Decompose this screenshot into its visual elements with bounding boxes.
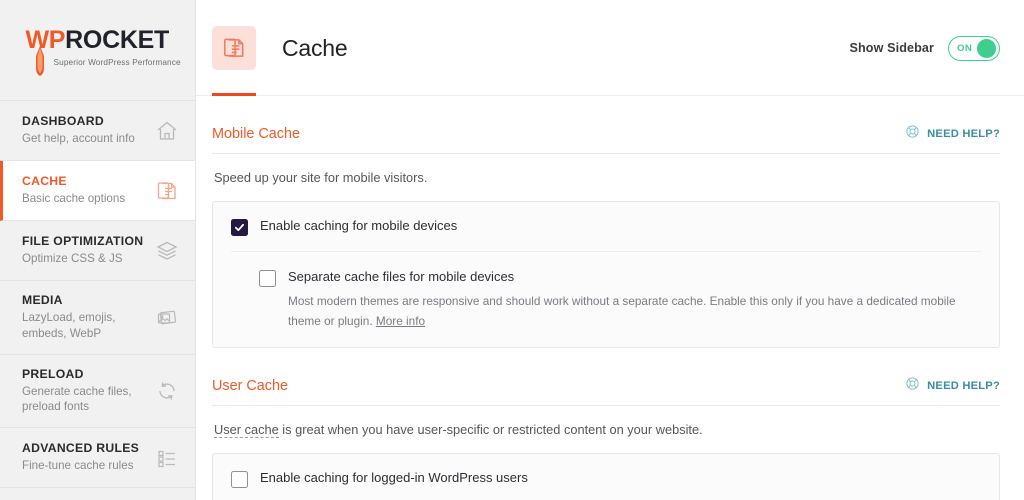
sidebar-nav: DASHBOARD Get help, account info CACHE B… bbox=[0, 100, 195, 489]
document-stack-icon bbox=[153, 177, 181, 205]
document-stack-icon bbox=[212, 26, 256, 70]
checkbox-enable-logged-in-caching[interactable] bbox=[231, 471, 248, 489]
option-label: Enable caching for logged-in WordPress u… bbox=[260, 470, 528, 486]
sidebar-item-title: FILE OPTIMIZATION bbox=[22, 234, 144, 249]
active-tab-underline bbox=[212, 93, 256, 96]
section-description: User cache is great when you have user-s… bbox=[212, 406, 1000, 453]
sub-option-description: Most modern themes are responsive and sh… bbox=[259, 287, 981, 331]
sidebar-item-subtitle: Fine-tune cache rules bbox=[22, 459, 134, 473]
sidebar-item-title: ADVANCED RULES bbox=[22, 441, 140, 456]
layers-icon bbox=[153, 237, 181, 265]
section-title: User Cache bbox=[212, 378, 288, 395]
checkbox-enable-mobile-caching[interactable] bbox=[231, 219, 248, 237]
lifebuoy-icon bbox=[905, 376, 920, 396]
section-description: Speed up your site for mobile visitors. bbox=[214, 170, 428, 185]
sidebar-item-preload[interactable]: PRELOAD Generate cache files, preload fo… bbox=[0, 355, 195, 429]
toggle-knob bbox=[977, 38, 996, 58]
page-title: Cache bbox=[282, 34, 348, 61]
sidebar-item-dashboard[interactable]: DASHBOARD Get help, account info bbox=[0, 101, 195, 161]
home-icon bbox=[153, 117, 181, 145]
sidebar-item-subtitle: Optimize CSS & JS bbox=[22, 252, 123, 266]
photos-icon bbox=[153, 303, 181, 331]
show-sidebar-toggle[interactable]: ON bbox=[948, 35, 1000, 61]
option-label: Enable caching for mobile devices bbox=[260, 218, 458, 234]
mobile-cache-card: Enable caching for mobile devices Separa… bbox=[212, 201, 1000, 349]
brand-logo: WPROCKET Superior WordPress Performance bbox=[0, 0, 195, 100]
sidebar-item-subtitle: LazyLoad, emojis, embeds, WebP bbox=[22, 311, 116, 340]
page-header: Cache Show Sidebar ON bbox=[196, 0, 1024, 96]
header-divider bbox=[196, 95, 1024, 96]
lifebuoy-icon bbox=[905, 124, 920, 144]
section-mobile-cache: Mobile Cache NEED HELP? Speed up your si… bbox=[212, 96, 1000, 349]
checkbox-separate-cache-files[interactable] bbox=[259, 270, 276, 288]
need-help-link[interactable]: NEED HELP? bbox=[905, 376, 1000, 396]
sidebar-item-subtitle: Get help, account info bbox=[22, 132, 135, 146]
sidebar-item-media[interactable]: MEDIA LazyLoad, emojis, embeds, WebP bbox=[0, 281, 195, 355]
logo-tagline: Superior WordPress Performance bbox=[53, 58, 181, 67]
wp-rocket-settings-app: WPROCKET Superior WordPress Performance … bbox=[0, 0, 1024, 500]
sidebar-item-subtitle: Generate cache files, preload fonts bbox=[22, 384, 132, 414]
sidebar: WPROCKET Superior WordPress Performance … bbox=[0, 0, 196, 500]
sidebar-item-file-optimization[interactable]: FILE OPTIMIZATION Optimize CSS & JS bbox=[0, 221, 195, 281]
option-enable-logged-in-caching[interactable]: Enable caching for logged-in WordPress u… bbox=[231, 470, 981, 489]
section-description-rest: is great when you have user-specific or … bbox=[278, 422, 703, 438]
more-info-link[interactable]: More info bbox=[376, 314, 425, 328]
sidebar-item-title: MEDIA bbox=[22, 293, 63, 307]
sub-option-block: Separate cache files for mobile devices … bbox=[231, 251, 981, 331]
option-label: Separate cache files for mobile devices bbox=[288, 269, 515, 285]
show-sidebar-label: Show Sidebar bbox=[849, 41, 934, 55]
section-header: Mobile Cache NEED HELP? bbox=[212, 124, 1000, 154]
main-content: Cache Show Sidebar ON Mobile Cache NEED … bbox=[196, 0, 1024, 500]
toggle-state-text: ON bbox=[957, 42, 973, 54]
sidebar-item-cache[interactable]: CACHE Basic cache options bbox=[0, 161, 195, 221]
checklist-icon bbox=[153, 444, 181, 472]
user-cache-card: Enable caching for logged-in WordPress u… bbox=[212, 453, 1000, 500]
sidebar-item-subtitle: Basic cache options bbox=[22, 192, 126, 206]
section-title: Mobile Cache bbox=[212, 126, 300, 142]
need-help-text: NEED HELP? bbox=[927, 128, 1000, 140]
logo-text-rocket: ROCKET bbox=[65, 26, 169, 54]
settings-content: Mobile Cache NEED HELP? Speed up your si… bbox=[196, 96, 1024, 500]
section-user-cache: User Cache NEED HELP? User cache is grea… bbox=[212, 348, 1000, 500]
sidebar-item-advanced-rules[interactable]: ADVANCED RULES Fine-tune cache rules bbox=[0, 428, 195, 489]
option-enable-mobile-caching[interactable]: Enable caching for mobile devices bbox=[231, 218, 981, 237]
sidebar-item-title: DASHBOARD bbox=[22, 114, 104, 129]
check-icon bbox=[234, 224, 245, 232]
option-separate-cache-files[interactable]: Separate cache files for mobile devices bbox=[259, 269, 981, 288]
refresh-icon bbox=[153, 377, 181, 405]
need-help-text: NEED HELP? bbox=[927, 380, 1000, 393]
section-header: User Cache NEED HELP? bbox=[212, 376, 1000, 407]
sidebar-item-title: CACHE bbox=[22, 174, 67, 189]
sidebar-item-title: PRELOAD bbox=[22, 366, 84, 381]
header-controls: Show Sidebar ON bbox=[849, 35, 1000, 61]
logo-text-wp: WP bbox=[25, 26, 66, 54]
user-cache-glossary-link[interactable]: User cache bbox=[214, 422, 279, 439]
need-help-link[interactable]: NEED HELP? bbox=[905, 124, 1000, 144]
